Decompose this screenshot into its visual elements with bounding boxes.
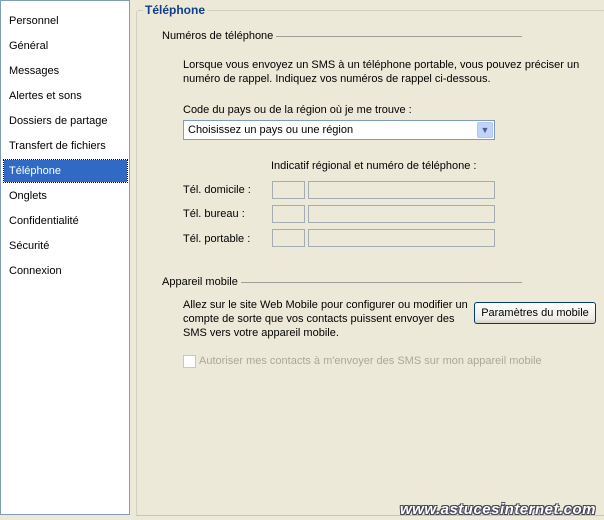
work-area-code-input[interactable] bbox=[272, 205, 305, 223]
mobile-number-input[interactable] bbox=[308, 229, 495, 247]
home-number-input[interactable] bbox=[308, 181, 495, 199]
sidebar-item-confidentialite[interactable]: Confidentialité bbox=[4, 210, 127, 232]
mobile-section-heading: Appareil mobile bbox=[162, 276, 238, 288]
divider bbox=[276, 36, 522, 37]
mobile-phone-label: Tél. portable : bbox=[183, 233, 251, 245]
description-line: compte de sorte que vos contacts puissen… bbox=[183, 313, 455, 325]
allow-sms-checkbox[interactable] bbox=[183, 355, 196, 368]
sidebar-item-personnel[interactable]: Personnel bbox=[4, 10, 127, 32]
mobile-description: Allez sur le site Web Mobile pour config… bbox=[183, 298, 468, 340]
sidebar-item-dossiers[interactable]: Dossiers de partage bbox=[4, 110, 127, 132]
description-line: numéro de rappel. Indiquez vos numéros d… bbox=[183, 73, 491, 85]
phone-description: Lorsque vous envoyez un SMS à un télépho… bbox=[183, 58, 579, 86]
number-header: Indicatif régional et numéro de téléphon… bbox=[271, 160, 477, 172]
sidebar-item-onglets[interactable]: Onglets bbox=[4, 185, 127, 207]
sidebar-item-connexion[interactable]: Connexion bbox=[4, 260, 127, 282]
sidebar-item-messages[interactable]: Messages bbox=[4, 60, 127, 82]
description-line: SMS vers votre appareil mobile. bbox=[183, 327, 339, 339]
phone-section-heading: Numéros de téléphone bbox=[162, 30, 274, 42]
home-phone-label: Tél. domicile : bbox=[183, 184, 251, 196]
allow-sms-label: Autoriser mes contacts à m'envoyer des S… bbox=[199, 355, 542, 367]
sidebar-item-securite[interactable]: Sécurité bbox=[4, 235, 127, 257]
home-area-code-input[interactable] bbox=[272, 181, 305, 199]
sidebar-item-transfert[interactable]: Transfert de fichiers bbox=[4, 135, 127, 157]
sidebar: Personnel Général Messages Alertes et so… bbox=[0, 0, 130, 515]
watermark: www.astucesinternet.com bbox=[400, 501, 596, 518]
sidebar-item-general[interactable]: Général bbox=[4, 35, 127, 57]
description-line: Allez sur le site Web Mobile pour config… bbox=[183, 299, 468, 311]
mobile-area-code-input[interactable] bbox=[272, 229, 305, 247]
sidebar-item-telephone[interactable]: Téléphone bbox=[3, 159, 128, 183]
work-phone-label: Tél. bureau : bbox=[183, 208, 245, 220]
sidebar-item-alertes[interactable]: Alertes et sons bbox=[4, 85, 127, 107]
divider bbox=[241, 282, 522, 283]
country-select[interactable]: Choisissez un pays ou une région ▼ bbox=[183, 120, 495, 140]
work-number-input[interactable] bbox=[308, 205, 495, 223]
description-line: Lorsque vous envoyez un SMS à un télépho… bbox=[183, 59, 580, 71]
chevron-down-icon[interactable]: ▼ bbox=[477, 122, 493, 138]
country-select-value: Choisissez un pays ou une région bbox=[188, 124, 354, 136]
country-label: Code du pays ou de la région où je me tr… bbox=[183, 104, 412, 116]
page-title: Téléphone bbox=[143, 3, 208, 17]
mobile-settings-button[interactable]: Paramètres du mobile bbox=[474, 302, 596, 324]
